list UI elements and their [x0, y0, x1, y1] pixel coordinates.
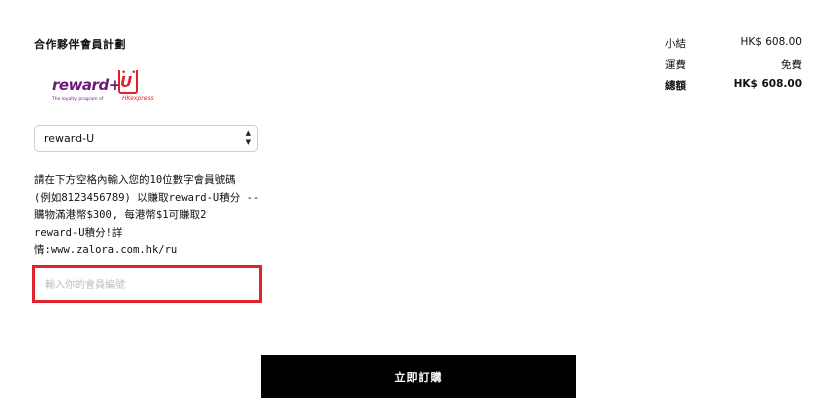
instruction-line: (例如8123456789) 以賺取reward-U積分 -- — [34, 191, 260, 204]
subtotal-value: HK$ 608.00 — [740, 36, 802, 48]
member-number-field-highlight — [32, 265, 262, 303]
logo-brand-text: reward+ — [52, 76, 121, 94]
place-order-button[interactable]: 立即訂購 — [261, 355, 576, 398]
order-summary: 小結 HK$ 608.00 運費 免費 總額 HK$ 608.00 — [665, 36, 802, 99]
logo-tagline: The loyalty program of — [52, 97, 104, 102]
total-value: HK$ 608.00 — [733, 78, 802, 90]
shipping-value: 免費 — [781, 59, 802, 71]
instruction-line: 情:www.zalora.com.hk/ru — [34, 244, 178, 256]
total-label: 總額 — [665, 80, 686, 92]
select-value: reward-U — [44, 132, 95, 145]
instruction-line: 購物滿港幣$300, 每港幣$1可賺取2 — [34, 209, 207, 221]
logo-u-frame — [118, 70, 138, 94]
shipping-label: 運費 — [665, 59, 686, 71]
instruction-line: reward-U積分!詳 — [34, 226, 123, 239]
instruction-line: 請在下方空格內輸入您的10位數字會員號碼 — [34, 174, 236, 186]
shipping-row: 運費 免費 — [665, 57, 802, 78]
partner-program-title: 合作夥伴會員計劃 — [34, 38, 126, 51]
select-updown-icon: ▲ ▼ — [245, 129, 251, 146]
member-number-input[interactable] — [43, 276, 252, 294]
subtotal-label: 小結 — [665, 38, 686, 50]
subtotal-row: 小結 HK$ 608.00 — [665, 36, 802, 57]
reward-u-logo: reward+ • • U The loyalty program of HKe… — [52, 68, 162, 110]
logo-hkexpress: HKexpress — [122, 95, 154, 102]
total-row: 總額 HK$ 608.00 — [665, 78, 802, 99]
member-instructions: 請在下方空格內輸入您的10位數字會員號碼 (例如8123456789) 以賺取r… — [34, 172, 266, 260]
partner-program-select[interactable]: reward-U ▲ ▼ — [34, 125, 258, 152]
